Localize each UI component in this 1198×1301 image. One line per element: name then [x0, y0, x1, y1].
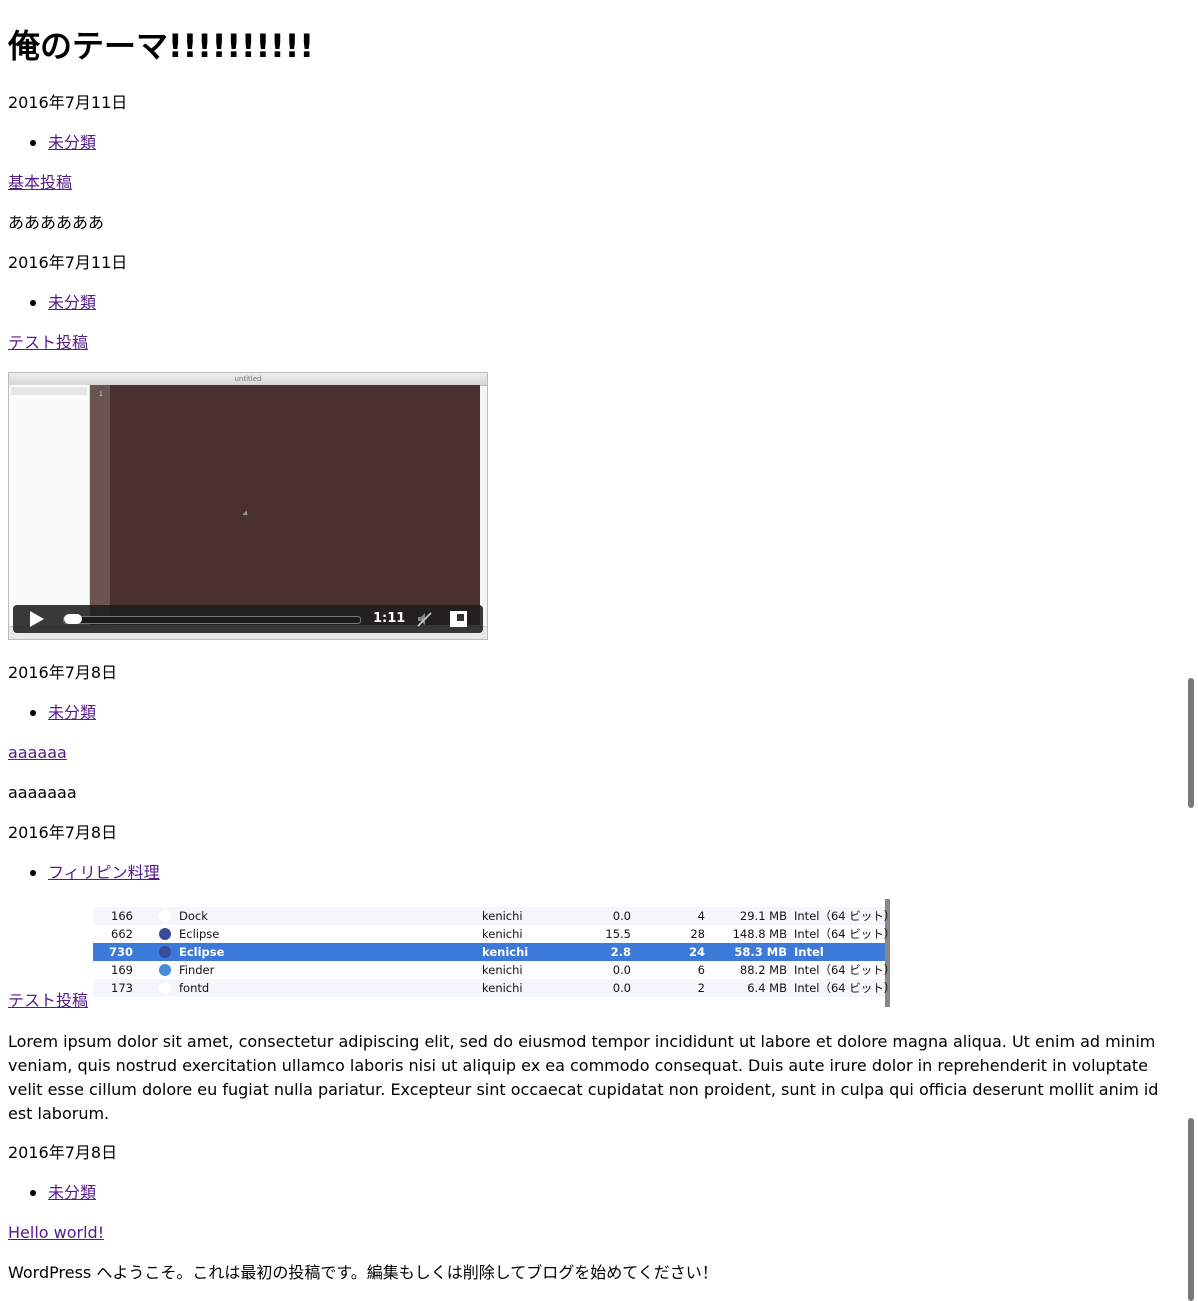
process-name: Eclipse [179, 945, 225, 959]
post-title: テスト投稿 [8, 991, 88, 1011]
process-threads: 2 [697, 981, 705, 995]
post-excerpt: aaaaaaa [8, 783, 77, 802]
category-item: 未分類 [29, 133, 96, 153]
post-date: 2016年7月11日 [8, 93, 128, 112]
process-app-icon [159, 982, 171, 994]
process-app-icon [159, 964, 171, 976]
process-threads: 4 [697, 909, 705, 923]
category-link[interactable]: 未分類 [48, 133, 96, 152]
process-memory: 58.3 MB [734, 945, 787, 959]
post-body: Lorem ipsum dolor sit amet, consectetur … [8, 1032, 1159, 1123]
category-list: 未分類 [8, 703, 96, 723]
process-cpu: 0.0 [612, 909, 631, 923]
post-title-link[interactable]: テスト投稿 [8, 333, 88, 352]
process-memory: 88.2 MB [739, 963, 787, 977]
process-memory: 29.1 MB [739, 909, 787, 923]
post-thumbnail-process-list: 166 Dock kenichi 0.0 4 29.1 MB Intel（64 ビット） 66… [93, 899, 890, 1007]
post-title-link[interactable]: aaaaaa [8, 743, 67, 762]
process-kind: Intel（64 ビット） [794, 909, 890, 923]
category-link[interactable]: 未分類 [48, 293, 96, 312]
process-user: kenichi [482, 963, 523, 977]
video-controls: 1:11 [13, 605, 483, 633]
process-pid: 662 [111, 927, 133, 941]
video-frame-sidebar [9, 385, 90, 625]
process-kind: Intel [794, 945, 824, 959]
post-title: テスト投稿 [8, 333, 88, 353]
category-item: 未分類 [29, 293, 96, 313]
category-list: 未分類 [8, 293, 96, 313]
category-item: 未分類 [29, 703, 96, 723]
process-cpu: 2.8 [610, 945, 631, 959]
post-title: Hello world! [8, 1223, 104, 1243]
process-cpu: 0.0 [612, 981, 631, 995]
post-title-link[interactable]: 基本投稿 [8, 173, 72, 192]
process-threads: 6 [697, 963, 705, 977]
process-name: Dock [179, 909, 208, 923]
scrollbar-thumb[interactable] [1188, 1118, 1194, 1301]
process-name: Eclipse [179, 927, 220, 941]
process-kind: Intel（64 ビット） [794, 927, 890, 941]
process-memory: 148.8 MB [732, 927, 787, 941]
post-excerpt: ああああああ [8, 213, 105, 232]
process-cpu: 15.5 [605, 927, 631, 941]
play-icon[interactable] [30, 611, 44, 627]
process-pid: 166 [111, 909, 133, 923]
volume-muted-icon[interactable] [416, 611, 432, 627]
process-app-icon [159, 946, 171, 958]
site-title: 俺のテーマ!!!!!!!!!! [8, 27, 314, 65]
video-player[interactable]: untitled 1 1:11 [8, 372, 488, 640]
process-row[interactable]: 173 fontd kenichi 0.0 2 6.4 MB Intel（64 ビット） [93, 979, 890, 997]
process-user: kenichi [482, 945, 529, 959]
process-row[interactable]: 662 Eclipse kenichi 15.5 28 148.8 MB Intel（64 … [93, 925, 890, 943]
process-pid: 173 [111, 981, 133, 995]
post-excerpt: WordPress へようこそ。これは最初の投稿です。編集もしくは削除してブログ… [8, 1263, 718, 1282]
process-kind: Intel（64 ビット） [794, 963, 890, 977]
category-list: 未分類 [8, 133, 96, 153]
category-list: 未分類 [8, 1183, 96, 1203]
process-row[interactable]: 166 Dock kenichi 0.0 4 29.1 MB Intel（64 ビット） [93, 907, 890, 925]
fullscreen-icon[interactable] [450, 611, 467, 627]
post-date: 2016年7月8日 [8, 663, 118, 682]
video-frame-window-title: untitled [234, 375, 262, 383]
process-name: fontd [179, 981, 210, 995]
category-link[interactable]: 未分類 [48, 1183, 96, 1202]
process-name: Finder [179, 963, 215, 977]
scrollbar-thumb[interactable] [1188, 678, 1194, 808]
process-app-icon [159, 928, 171, 940]
process-memory: 6.4 MB [747, 981, 787, 995]
video-frame-editor [110, 385, 480, 625]
category-item: 未分類 [29, 1183, 96, 1203]
post-title-link[interactable]: テスト投稿 [8, 991, 88, 1010]
process-row[interactable]: 730 Eclipse kenichi 2.8 24 58.3 MB Intel [93, 943, 885, 961]
process-pid: 730 [108, 945, 133, 959]
process-kind: Intel（64 ビット） [794, 981, 890, 995]
process-cpu: 0.0 [612, 963, 631, 977]
category-list: フィリピン料理 [8, 863, 160, 883]
process-app-icon [159, 910, 171, 922]
process-user: kenichi [482, 909, 523, 923]
process-threads: 28 [690, 927, 705, 941]
post-title-link[interactable]: Hello world! [8, 1223, 104, 1242]
process-user: kenichi [482, 927, 523, 941]
category-link[interactable]: 未分類 [48, 703, 96, 722]
video-scrubber-handle[interactable] [64, 614, 82, 624]
post-date: 2016年7月8日 [8, 823, 118, 842]
process-user: kenichi [482, 981, 523, 995]
video-progress-bar[interactable] [63, 614, 361, 624]
video-duration: 1:11 [373, 611, 406, 626]
post-title: aaaaaa [8, 743, 67, 763]
process-pid: 169 [111, 963, 133, 977]
video-frame-gutter: 1 [90, 385, 110, 625]
category-item: フィリピン料理 [30, 863, 160, 883]
post-title: 基本投稿 [8, 173, 72, 193]
process-threads: 24 [688, 945, 705, 959]
post-date: 2016年7月8日 [8, 1143, 118, 1162]
category-link[interactable]: フィリピン料理 [48, 863, 160, 882]
post-date: 2016年7月11日 [8, 253, 128, 272]
process-row[interactable]: 169 Finder kenichi 0.0 6 88.2 MB Intel（64 ビット） [93, 961, 890, 979]
